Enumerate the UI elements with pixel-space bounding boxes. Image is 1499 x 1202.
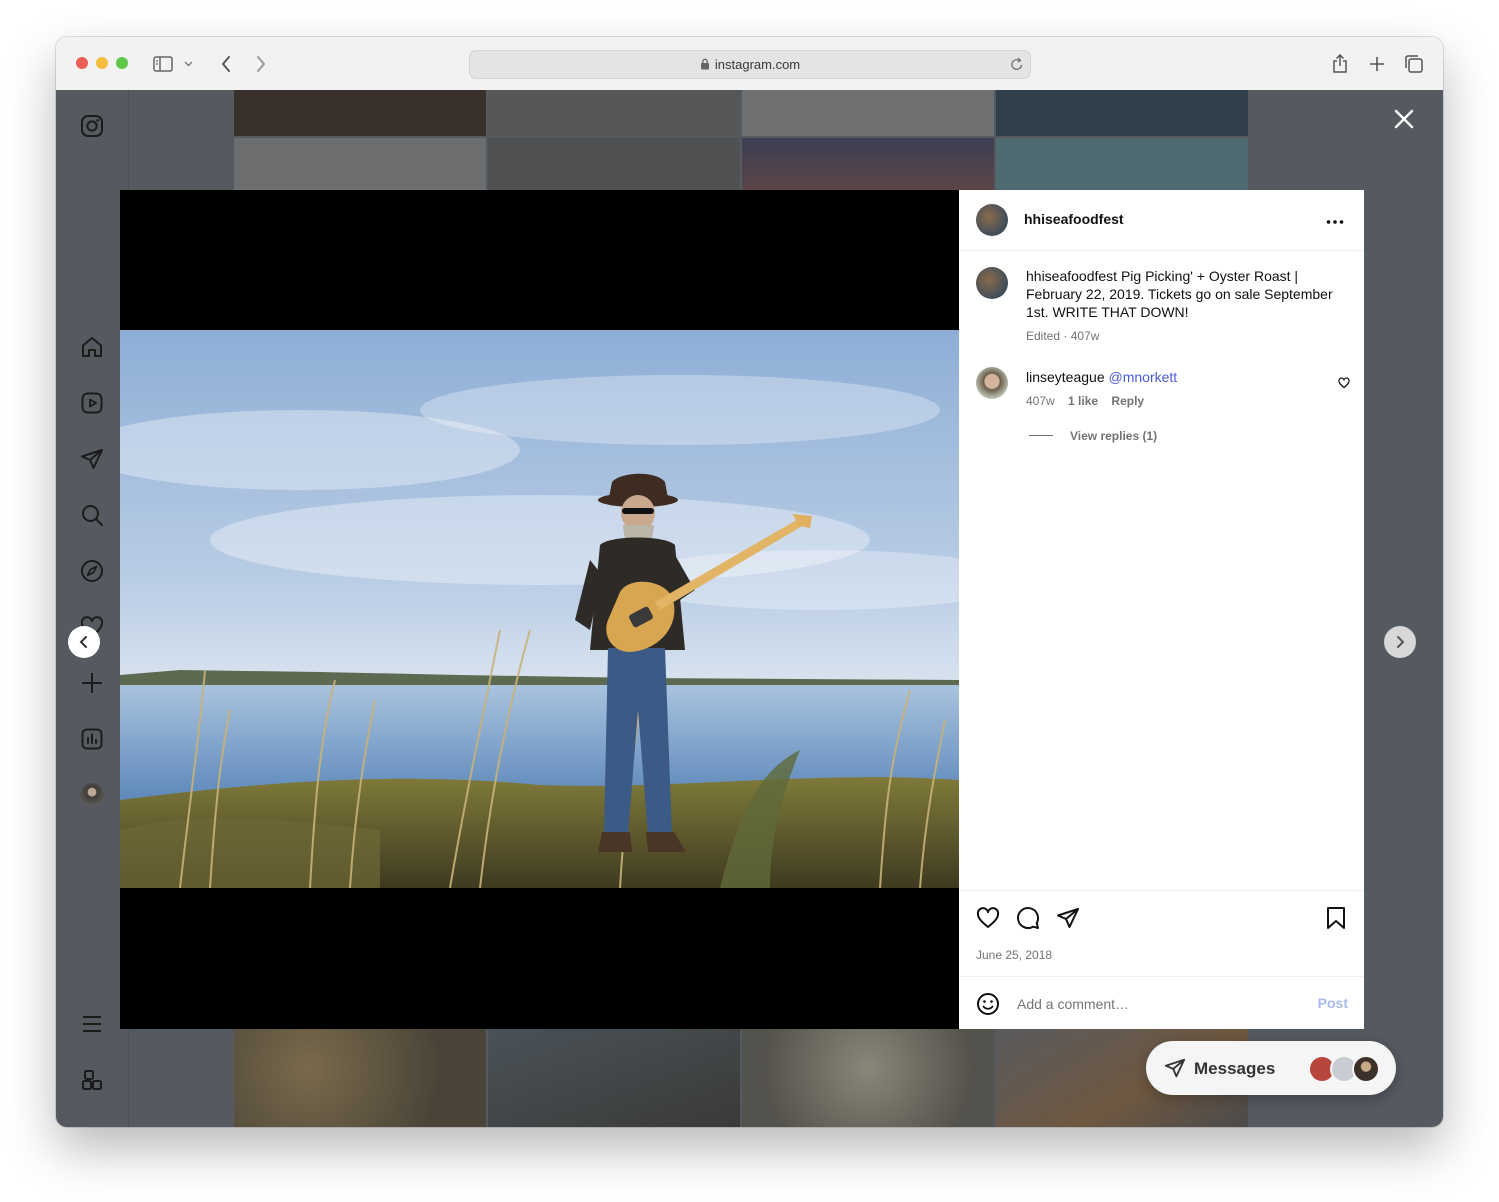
chevron-down-icon[interactable] xyxy=(180,51,196,77)
post-media xyxy=(120,190,959,1029)
explore-icon[interactable] xyxy=(79,558,105,584)
grid-post[interactable] xyxy=(742,1029,994,1127)
post-header: hhiseafoodfest xyxy=(959,190,1364,251)
comment-time: 407w xyxy=(1026,394,1055,408)
like-icon[interactable] xyxy=(976,906,1000,935)
save-icon[interactable] xyxy=(1325,906,1347,935)
post-date[interactable]: June 25, 2018 xyxy=(976,948,1052,962)
forward-icon[interactable] xyxy=(248,51,274,77)
url-label: instagram.com xyxy=(714,57,801,72)
browser-toolbar: instagram.com xyxy=(56,37,1443,91)
minimize-window-button[interactable] xyxy=(96,57,108,69)
tab-overview-icon[interactable] xyxy=(1401,51,1427,77)
author-username[interactable]: hhiseafoodfest xyxy=(1024,211,1124,227)
next-post-button[interactable] xyxy=(1384,626,1416,658)
message-avatar xyxy=(1352,1055,1380,1083)
create-icon[interactable] xyxy=(79,670,105,696)
zoom-window-button[interactable] xyxy=(116,57,128,69)
add-comment-bar: Post xyxy=(959,976,1364,1030)
view-replies-button[interactable]: View replies (1) xyxy=(1070,429,1157,443)
post-comment-button[interactable]: Post xyxy=(1318,995,1348,1011)
new-tab-icon[interactable] xyxy=(1364,51,1390,77)
messages-icon xyxy=(1164,1057,1186,1084)
instagram-icon[interactable] xyxy=(79,113,105,139)
page-content: hhiseafoodfest hhiseafoodfest Pig Pickin… xyxy=(56,90,1443,1127)
post-caption: hhiseafoodfest Pig Picking' + Oyster Roa… xyxy=(1026,267,1336,345)
menu-icon[interactable] xyxy=(79,1011,105,1037)
replies-divider xyxy=(1029,435,1053,436)
caption-username[interactable]: hhiseafoodfest xyxy=(1026,268,1117,284)
author-avatar[interactable] xyxy=(976,204,1008,236)
grid-post[interactable] xyxy=(488,138,740,190)
close-modal-icon[interactable] xyxy=(1393,108,1415,130)
grid-post[interactable] xyxy=(488,90,740,136)
address-bar[interactable]: instagram.com xyxy=(469,50,1031,79)
left-sidebar xyxy=(56,90,129,1127)
home-icon[interactable] xyxy=(79,334,105,360)
post-actions: June 25, 2018 xyxy=(959,890,1364,977)
emoji-icon[interactable] xyxy=(976,992,1000,1021)
grid-post[interactable] xyxy=(996,138,1248,190)
commenter-username[interactable]: linseyteague xyxy=(1026,369,1105,385)
post-photo[interactable] xyxy=(120,330,959,888)
comment-like-icon[interactable] xyxy=(1338,376,1350,394)
search-icon[interactable] xyxy=(79,502,105,528)
direct-icon[interactable] xyxy=(79,446,105,472)
comment-reply-button[interactable]: Reply xyxy=(1111,394,1144,408)
comment-meta: 407w 1 like Reply xyxy=(1026,394,1144,408)
close-window-button[interactable] xyxy=(76,57,88,69)
messages-pill[interactable]: Messages xyxy=(1146,1041,1396,1095)
commenter-avatar[interactable] xyxy=(976,367,1008,399)
share-post-icon[interactable] xyxy=(1056,906,1080,935)
sidebar-toggle-icon[interactable] xyxy=(150,51,176,77)
chevron-left-icon xyxy=(79,636,87,648)
lock-icon xyxy=(700,58,709,70)
grid-post[interactable] xyxy=(234,90,486,136)
browser-window: instagram.com hhiseafoodfest hhiseafoodf… xyxy=(56,37,1443,1127)
caption-avatar[interactable] xyxy=(976,267,1008,299)
profile-avatar[interactable] xyxy=(79,782,105,808)
comment-input[interactable] xyxy=(1015,991,1289,1017)
comment-mention[interactable]: @mnorkett xyxy=(1109,369,1178,385)
post-modal: hhiseafoodfest hhiseafoodfest Pig Pickin… xyxy=(120,190,1364,1029)
more-options-icon[interactable] xyxy=(1326,212,1344,230)
reload-icon[interactable] xyxy=(1010,56,1024,77)
grid-post[interactable] xyxy=(234,1029,486,1127)
comment-likes[interactable]: 1 like xyxy=(1068,394,1098,408)
threads-icon[interactable] xyxy=(79,1067,105,1093)
comment: linseyteague @mnorkett xyxy=(1026,369,1177,385)
chevron-right-icon xyxy=(1397,636,1405,648)
grid-post[interactable] xyxy=(742,138,994,190)
back-icon[interactable] xyxy=(213,51,239,77)
grid-post[interactable] xyxy=(742,90,994,136)
caption-meta: Edited · 407w xyxy=(1026,329,1100,343)
grid-post[interactable] xyxy=(996,90,1248,136)
previous-post-button[interactable] xyxy=(68,626,100,658)
grid-post[interactable] xyxy=(234,138,486,190)
share-icon[interactable] xyxy=(1327,51,1353,77)
post-side-panel: hhiseafoodfest hhiseafoodfest Pig Pickin… xyxy=(959,190,1364,1029)
url-text: instagram.com xyxy=(470,57,1030,72)
grid-post[interactable] xyxy=(488,1029,740,1127)
insights-icon[interactable] xyxy=(79,726,105,752)
comment-icon[interactable] xyxy=(1016,906,1040,935)
messages-label: Messages xyxy=(1194,1059,1276,1078)
reels-icon[interactable] xyxy=(79,390,105,416)
